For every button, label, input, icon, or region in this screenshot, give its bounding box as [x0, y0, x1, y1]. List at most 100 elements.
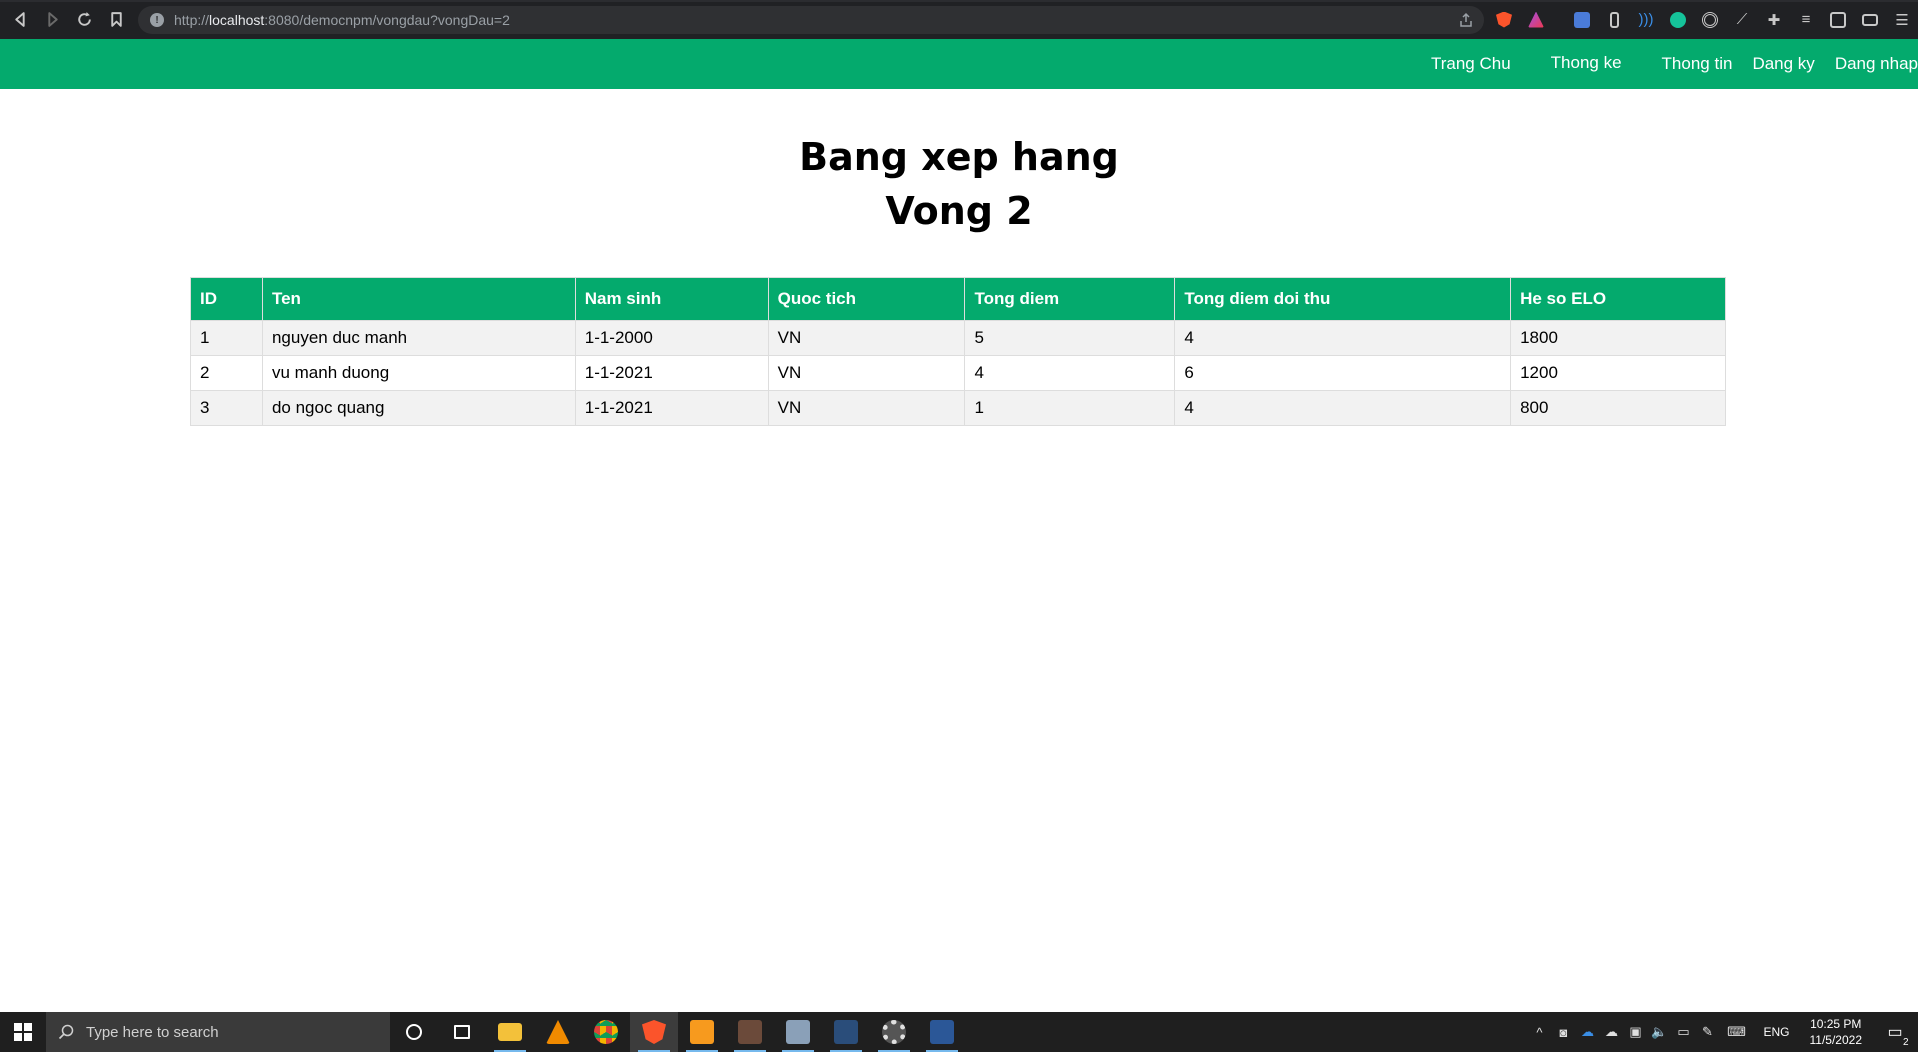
extensions-puzzle-icon[interactable]: ✚: [1758, 4, 1790, 36]
column-header-id: ID: [190, 277, 263, 321]
meet-now-icon[interactable]: ◙: [1551, 1012, 1575, 1052]
cell-quoc-tich: VN: [767, 320, 966, 356]
system-tray: ^ ◙ ☁ ☁ ▣ 🔈 ▭ ✎ ⌨ ENG 10:25 PM 11/5/2022…: [1527, 1012, 1918, 1052]
table-header-row: ID Ten Nam sinh Quoc tich Tong diem Tong…: [190, 277, 1726, 321]
mysql-workbench-icon[interactable]: [822, 1012, 870, 1052]
site-info-icon[interactable]: !: [150, 13, 164, 27]
wallet-icon[interactable]: [1854, 4, 1886, 36]
search-icon: [58, 1024, 74, 1040]
cell-quoc-tich: VN: [767, 355, 966, 391]
column-header-tong-diem-doi-thu: Tong diem doi thu: [1174, 277, 1512, 321]
cortana-icon[interactable]: [390, 1012, 438, 1052]
column-header-ten: Ten: [261, 277, 576, 321]
pen-workspace-icon[interactable]: ✎: [1695, 1012, 1719, 1052]
settings-gear-icon[interactable]: [870, 1012, 918, 1052]
cell-tong-diem-doi-thu: 6: [1174, 355, 1512, 391]
cell-he-so-elo: 1800: [1510, 320, 1726, 356]
column-header-nam-sinh: Nam sinh: [574, 277, 769, 321]
taskbar-clock[interactable]: 10:25 PM 11/5/2022: [1800, 1016, 1873, 1048]
display-icon[interactable]: ▣: [1623, 1012, 1647, 1052]
sidebar-toggle-icon[interactable]: [1822, 4, 1854, 36]
cell-ten: do ngoc quang: [261, 390, 576, 426]
cell-ten: vu manh duong: [261, 355, 576, 391]
notification-center-icon[interactable]: ▭ 2: [1872, 1012, 1918, 1052]
cell-nam-sinh: 1-1-2000: [574, 320, 769, 356]
cell-he-so-elo: 800: [1510, 390, 1726, 426]
cell-id: 1: [190, 320, 263, 356]
table-row: 3 do ngoc quang 1-1-2021 VN 1 4 800: [190, 390, 1726, 426]
column-header-he-so-elo: He so ELO: [1510, 277, 1726, 321]
extension-toolbar: ))) ⟋ ✚ ≡ ☰: [1488, 0, 1918, 39]
onedrive-icon[interactable]: ☁: [1599, 1012, 1623, 1052]
chrome-icon[interactable]: [582, 1012, 630, 1052]
game-app-icon[interactable]: [726, 1012, 774, 1052]
address-bar[interactable]: ! http://localhost:8080/democnpm/vongdau…: [138, 6, 1484, 34]
reading-list-icon[interactable]: ≡: [1790, 4, 1822, 36]
brave-browser-icon[interactable]: [630, 1012, 678, 1052]
toolbar-divider: [1552, 4, 1566, 36]
grammarly-icon[interactable]: [1662, 4, 1694, 36]
file-explorer-icon[interactable]: [486, 1012, 534, 1052]
table-row: 1 nguyen duc manh 1-1-2000 VN 5 4 1800: [190, 320, 1726, 356]
page-title-line1: Bang xep hang: [799, 135, 1119, 179]
phone-icon[interactable]: [1598, 4, 1630, 36]
url-prefix: http://: [174, 12, 210, 28]
clock-time: 10:25 PM: [1810, 1017, 1862, 1031]
cell-id: 3: [190, 390, 263, 426]
cell-he-so-elo: 1200: [1510, 355, 1726, 391]
onedrive-blue-icon[interactable]: ☁: [1575, 1012, 1599, 1052]
column-header-quoc-tich: Quoc tich: [767, 277, 966, 321]
nav-link-trang-chu[interactable]: Trang Chu: [1421, 39, 1521, 89]
browser-menu-icon[interactable]: ☰: [1886, 4, 1918, 36]
network-app-icon[interactable]: [774, 1012, 822, 1052]
input-language[interactable]: ENG: [1753, 1025, 1799, 1039]
url-path: :8080/democnpm/vongdau?vongDau=2: [264, 12, 510, 28]
navbar-links: Trang Chu Thong ke Thong tin Dang ky Dan…: [1421, 39, 1918, 89]
show-hidden-icons-icon[interactable]: ^: [1527, 1012, 1551, 1052]
translate-icon[interactable]: [1566, 4, 1598, 36]
page-title-line2: Vong 2: [885, 189, 1033, 233]
windows-start-icon[interactable]: [0, 1012, 46, 1052]
site-navbar: Trang Chu Thong ke Thong tin Dang ky Dan…: [0, 39, 1918, 89]
brave-shield-icon[interactable]: [1488, 4, 1520, 36]
cell-nam-sinh: 1-1-2021: [574, 390, 769, 426]
task-view-icon[interactable]: [438, 1012, 486, 1052]
cell-nam-sinh: 1-1-2021: [574, 355, 769, 391]
cell-tong-diem: 1: [964, 390, 1176, 426]
cell-quoc-tich: VN: [767, 390, 966, 426]
standings-table: ID Ten Nam sinh Quoc tich Tong diem Tong…: [190, 277, 1726, 426]
url-host: localhost: [209, 12, 265, 28]
cell-tong-diem: 5: [964, 320, 1176, 356]
pen-extension-icon[interactable]: ⟋: [1726, 4, 1758, 36]
brave-rewards-icon[interactable]: [1520, 4, 1552, 36]
cell-ten: nguyen duc manh: [261, 320, 576, 356]
orange-app-icon[interactable]: [678, 1012, 726, 1052]
taskbar-search[interactable]: Type here to search: [46, 1012, 390, 1052]
audio-extension-icon[interactable]: ))): [1630, 4, 1662, 36]
taskbar-search-placeholder: Type here to search: [86, 1023, 219, 1041]
keyboard-icon[interactable]: ⌨: [1719, 1012, 1753, 1052]
nav-link-thong-ke[interactable]: Thong ke: [1541, 38, 1632, 88]
browser-toolbar: ! http://localhost:8080/democnpm/vongdau…: [0, 0, 1918, 39]
battery-icon[interactable]: ▭: [1671, 1012, 1695, 1052]
target-extension-icon[interactable]: [1694, 4, 1726, 36]
volume-icon[interactable]: 🔈: [1647, 1012, 1671, 1052]
back-icon[interactable]: [4, 4, 36, 36]
column-header-tong-diem: Tong diem: [964, 277, 1176, 321]
cell-tong-diem: 4: [964, 355, 1176, 391]
clock-date: 11/5/2022: [1809, 1033, 1863, 1047]
bookmark-icon[interactable]: [100, 4, 132, 36]
table-row: 2 vu manh duong 1-1-2021 VN 4 6 1200: [190, 355, 1726, 391]
nav-link-dang-nhap[interactable]: Dang nhap: [1825, 39, 1918, 89]
cell-id: 2: [190, 355, 263, 391]
nav-link-dang-ky[interactable]: Dang ky: [1742, 39, 1824, 89]
nav-link-thong-tin[interactable]: Thong tin: [1652, 39, 1743, 89]
cell-tong-diem-doi-thu: 4: [1174, 320, 1512, 356]
vlc-icon[interactable]: [534, 1012, 582, 1052]
forward-icon[interactable]: [36, 4, 68, 36]
word-icon[interactable]: [918, 1012, 966, 1052]
windows-taskbar: Type here to search ^ ◙ ☁ ☁ ▣ 🔈 ▭ ✎ ⌨ EN…: [0, 1012, 1918, 1052]
reload-icon[interactable]: [68, 4, 100, 36]
share-icon[interactable]: [1458, 12, 1474, 28]
page-title: Bang xep hang Vong 2: [0, 130, 1918, 238]
